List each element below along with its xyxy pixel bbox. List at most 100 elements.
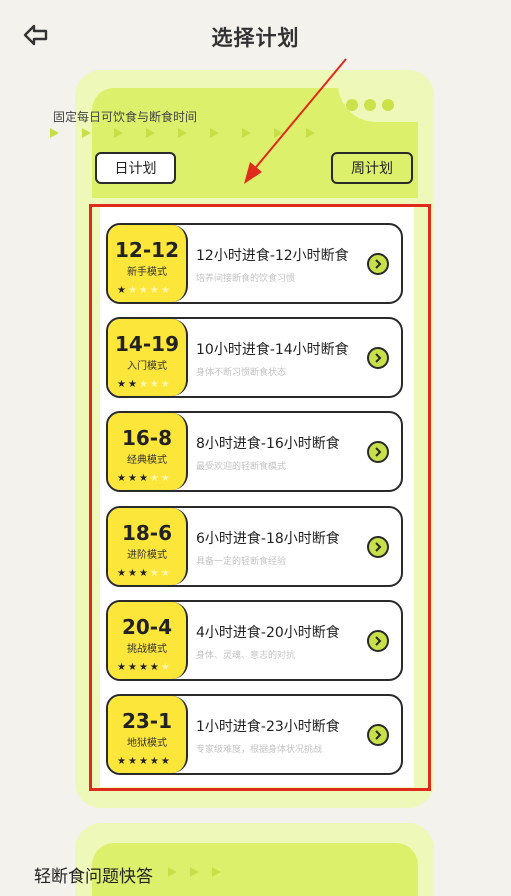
star-filled-icon: ★: [149, 662, 159, 673]
plan-mode: 进阶模式: [127, 550, 167, 561]
tab-daily-plan[interactable]: 日计划: [95, 152, 176, 184]
plan-mode: 经典模式: [127, 455, 167, 466]
star-empty-icon: ★: [160, 285, 170, 296]
plan-badge: 23-1 地狱模式 ★ ★ ★ ★ ★: [108, 696, 188, 773]
plan-code: 12-12: [115, 238, 179, 262]
play-arrow-icon: [274, 128, 283, 138]
plan-item-12-12[interactable]: 12-12 新手模式 ★ ★ ★ ★ ★ 12小时进食-12小时断食 培养间接断食的饮食…: [106, 223, 403, 304]
difficulty-stars: ★ ★ ★ ★ ★: [117, 757, 170, 767]
plan-mode: 入门模式: [127, 361, 167, 372]
star-filled-icon: ★: [138, 662, 148, 673]
star-filled-icon: ★: [117, 756, 126, 767]
star-filled-icon: ★: [138, 756, 148, 767]
plan-description: 身体不断习惯断食状态: [196, 368, 287, 378]
difficulty-stars: ★ ★ ★ ★ ★: [117, 569, 170, 579]
chevron-right-icon[interactable]: [367, 441, 389, 463]
faq-title[interactable]: 轻断食问题快答: [34, 862, 153, 887]
chevron-right-icon[interactable]: [367, 347, 389, 369]
difficulty-stars: ★ ★ ★ ★ ★: [117, 474, 170, 484]
star-filled-icon: ★: [138, 568, 148, 579]
decoration-arrows: [168, 867, 221, 877]
plan-item-14-19[interactable]: 14-19 入门模式 ★ ★ ★ ★ ★ 10小时进食-14小时断食 身体不断习惯断食状…: [106, 317, 403, 398]
plan-code: 18-6: [121, 521, 173, 545]
chevron-right-icon[interactable]: [367, 253, 389, 275]
difficulty-stars: ★ ★ ★ ★ ★: [117, 663, 170, 673]
star-filled-icon: ★: [117, 379, 126, 390]
play-arrow-icon: [306, 128, 315, 138]
play-arrow-icon: [168, 867, 177, 877]
decoration-arrows: [50, 128, 315, 138]
play-arrow-icon: [190, 867, 199, 877]
decoration-dots: [346, 99, 394, 111]
plan-description: 最受欢迎的轻断食模式: [196, 462, 287, 472]
decoration-dot: [364, 99, 376, 111]
plan-description: 身体、灵魂、意志的对抗: [196, 651, 296, 661]
star-empty-icon: ★: [149, 379, 159, 390]
star-empty-icon: ★: [160, 568, 170, 579]
chevron-right-icon[interactable]: [367, 536, 389, 558]
star-empty-icon: ★: [138, 379, 148, 390]
star-filled-icon: ★: [127, 756, 137, 767]
star-empty-icon: ★: [160, 473, 170, 484]
plan-item-20-4[interactable]: 20-4 挑战模式 ★ ★ ★ ★ ★ 4小时进食-20小时断食 身体、灵魂、意志的对抗: [106, 600, 403, 681]
plan-title: 10小时进食-14小时断食: [196, 342, 349, 358]
plan-description: 培养间接断食的饮食习惯: [196, 274, 296, 284]
play-arrow-icon: [178, 128, 187, 138]
star-filled-icon: ★: [160, 756, 170, 767]
star-empty-icon: ★: [149, 285, 159, 296]
play-arrow-icon: [242, 128, 251, 138]
star-filled-icon: ★: [117, 662, 126, 673]
plan-title: 8小时进食-16小时断食: [196, 436, 340, 452]
plan-item-18-6[interactable]: 18-6 进阶模式 ★ ★ ★ ★ ★ 6小时进食-18小时断食 具备一定的轻断食经验: [106, 506, 403, 587]
difficulty-stars: ★ ★ ★ ★ ★: [117, 380, 170, 390]
play-arrow-icon: [146, 128, 155, 138]
play-arrow-icon: [210, 128, 219, 138]
plan-title: 4小时进食-20小时断食: [196, 625, 340, 641]
plan-mode: 地狱模式: [127, 738, 167, 749]
star-empty-icon: ★: [160, 379, 170, 390]
plan-description: 专家级难度，根据身体状况挑战: [196, 745, 323, 755]
chevron-right-icon[interactable]: [367, 724, 389, 746]
star-filled-icon: ★: [138, 473, 148, 484]
star-filled-icon: ★: [117, 568, 126, 579]
plan-badge: 14-19 入门模式 ★ ★ ★ ★ ★: [108, 319, 188, 396]
star-empty-icon: ★: [160, 662, 170, 673]
play-arrow-icon: [212, 867, 221, 877]
star-empty-icon: ★: [149, 568, 159, 579]
star-filled-icon: ★: [127, 379, 137, 390]
star-empty-icon: ★: [127, 285, 137, 296]
plan-description: 具备一定的轻断食经验: [196, 557, 287, 567]
star-empty-icon: ★: [138, 285, 148, 296]
play-arrow-icon: [50, 128, 59, 138]
plan-item-23-1[interactable]: 23-1 地狱模式 ★ ★ ★ ★ ★ 1小时进食-23小时断食 专家级难度，根据身体状…: [106, 694, 403, 775]
plan-title: 12小时进食-12小时断食: [196, 248, 349, 264]
plan-subtitle: 固定每日可饮食与断食时间: [53, 110, 198, 124]
plan-code: 14-19: [115, 332, 179, 356]
plan-mode: 新手模式: [127, 267, 167, 278]
plan-mode: 挑战模式: [127, 644, 167, 655]
plan-title: 6小时进食-18小时断食: [196, 531, 340, 547]
star-filled-icon: ★: [149, 756, 159, 767]
plan-title: 1小时进食-23小时断食: [196, 719, 340, 735]
plan-badge: 20-4 挑战模式 ★ ★ ★ ★ ★: [108, 602, 188, 679]
plan-badge: 18-6 进阶模式 ★ ★ ★ ★ ★: [108, 508, 188, 585]
chevron-right-icon[interactable]: [367, 630, 389, 652]
star-filled-icon: ★: [117, 285, 126, 296]
tab-weekly-plan[interactable]: 周计划: [331, 152, 413, 184]
play-arrow-icon: [82, 128, 91, 138]
star-filled-icon: ★: [127, 568, 137, 579]
plan-code: 16-8: [121, 426, 173, 450]
plan-item-16-8[interactable]: 16-8 经典模式 ★ ★ ★ ★ ★ 8小时进食-16小时断食 最受欢迎的轻断食模式: [106, 411, 403, 492]
plan-code: 20-4: [121, 615, 173, 639]
plan-badge: 16-8 经典模式 ★ ★ ★ ★ ★: [108, 413, 188, 490]
page-title: 选择计划: [211, 26, 300, 50]
play-arrow-icon: [114, 128, 123, 138]
star-filled-icon: ★: [127, 473, 137, 484]
plan-badge: 12-12 新手模式 ★ ★ ★ ★ ★: [108, 225, 188, 302]
plan-code: 23-1: [121, 709, 173, 733]
star-filled-icon: ★: [117, 473, 126, 484]
difficulty-stars: ★ ★ ★ ★ ★: [117, 286, 170, 296]
star-filled-icon: ★: [127, 662, 137, 673]
decoration-dot: [382, 99, 394, 111]
star-empty-icon: ★: [149, 473, 159, 484]
